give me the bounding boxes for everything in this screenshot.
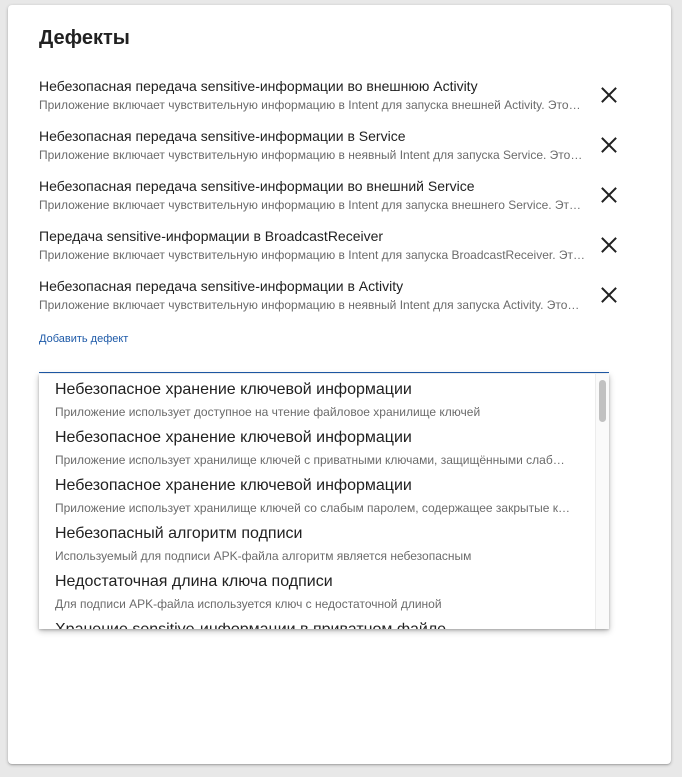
option-title: Небезопасное хранение ключевой информаци… [55,429,412,446]
dropdown-option[interactable]: Небезопасный алгоритм подписи Используем… [55,525,575,569]
defect-item: Небезопасная передача sensitive-информац… [39,128,629,168]
option-description: Для подписи APK-файла используется ключ … [55,597,442,611]
option-description: Используемый для подписи APK-файла алгор… [55,549,472,563]
close-icon [601,287,617,303]
defect-description: Приложение включает чувствительную инфор… [39,148,583,162]
defects-card: Дефекты Небезопасная передача sensitive-… [8,5,671,764]
defect-description: Приложение включает чувствительную инфор… [39,98,581,112]
add-defect-link[interactable]: Добавить дефект [39,333,128,345]
remove-defect-button[interactable] [598,134,620,156]
defect-item: Небезопасная передача sensitive-информац… [39,78,629,118]
close-icon [601,187,617,203]
defect-title: Небезопасная передача sensitive-информац… [39,178,475,194]
option-description: Приложение использует доступное на чтени… [55,405,481,419]
close-icon [601,87,617,103]
defect-title: Небезопасная передача sensitive-информац… [39,278,404,294]
close-icon [601,237,617,253]
defect-description: Приложение включает чувствительную инфор… [39,198,582,212]
option-description: Приложение использует хранилище ключей с… [55,501,571,515]
defect-title: Передача sensitive-информации в Broadcas… [39,228,384,244]
remove-defect-button[interactable] [598,184,620,206]
dropdown-option[interactable]: Небезопасное хранение ключевой информаци… [55,477,575,521]
remove-defect-button[interactable] [598,234,620,256]
page-title: Дефекты [39,27,130,49]
defect-title: Небезопасная передача sensitive-информац… [39,128,406,144]
option-title: Небезопасное хранение ключевой информаци… [55,477,412,494]
defect-item: Небезопасная передача sensitive-информац… [39,178,629,218]
option-description: Приложение использует хранилище ключей с… [55,453,565,467]
option-title: Хранение sensitive-информации в приватно… [55,621,575,629]
option-title: Небезопасный алгоритм подписи [55,525,303,542]
defect-description: Приложение включает чувствительную инфор… [39,298,580,312]
dropdown-option[interactable]: Небезопасное хранение ключевой информаци… [55,381,575,425]
defect-title: Небезопасная передача sensitive-информац… [39,78,478,94]
remove-defect-button[interactable] [598,84,620,106]
defect-item: Передача sensitive-информации в Broadcas… [39,228,629,268]
defect-description: Приложение включает чувствительную инфор… [39,248,586,262]
scrollbar-thumb[interactable] [599,380,606,422]
dropdown-option[interactable]: Недостаточная длина ключа подписи Для по… [55,573,575,617]
defect-item: Небезопасная передача sensitive-информац… [39,278,629,318]
option-title: Недостаточная длина ключа подписи [55,573,333,590]
dropdown-scrollbar[interactable] [595,374,609,629]
close-icon [601,137,617,153]
option-title: Небезопасное хранение ключевой информаци… [55,381,412,398]
defect-dropdown: Небезопасное хранение ключевой информаци… [39,374,609,629]
remove-defect-button[interactable] [598,284,620,306]
dropdown-option[interactable]: Хранение sensitive-информации в приватно… [55,621,575,629]
dropdown-option[interactable]: Небезопасное хранение ключевой информаци… [55,429,575,473]
defect-search-input[interactable] [39,372,609,373]
